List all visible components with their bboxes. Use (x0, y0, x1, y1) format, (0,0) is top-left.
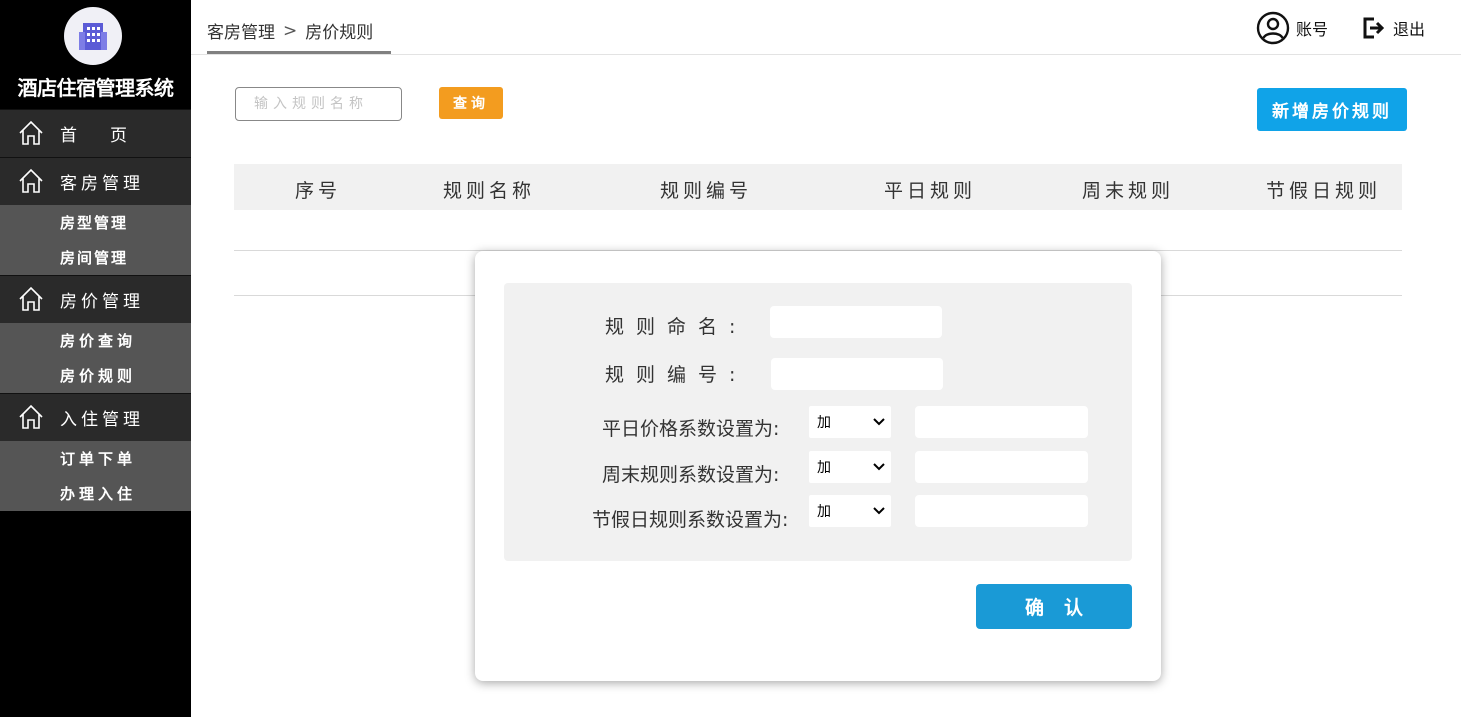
column-header[interactable]: 节假日规则 (1266, 176, 1381, 203)
sidebar-item-check-in[interactable]: 办理入住 (0, 476, 191, 511)
sidebar-group-pricing[interactable]: 房价管理 (0, 275, 191, 323)
sidebar-group-label: 房价管理 (60, 292, 144, 312)
sidebar-item-room-types[interactable]: 房型管理 (0, 205, 191, 240)
dialog-form: 规则命名: 规则编号: 平日价格系数设置为: 加 周末规则系数设置为: 加 节假… (504, 283, 1132, 561)
home-label-a: 首 (60, 126, 77, 146)
add-price-rule-button[interactable]: 新增房价规则 (1257, 88, 1407, 131)
weekday-coefficient-label: 平日价格系数设置为: (602, 418, 780, 440)
account-button[interactable]: 账号 (1256, 11, 1328, 45)
home-icon (19, 168, 43, 193)
logout-button[interactable]: 退出 (1361, 16, 1425, 40)
weekend-coefficient-label: 周末规则系数设置为: (602, 464, 780, 486)
column-header[interactable]: 序号 (295, 176, 341, 203)
weekend-operator-select[interactable]: 加 (809, 451, 891, 483)
app-name: 酒店住宿管理系统 (17, 76, 175, 100)
sidebar-group-label: 客房管理 (60, 174, 144, 194)
holiday-coefficient-label: 节假日规则系数设置为: (592, 509, 789, 531)
selected-value: 加 (817, 504, 831, 520)
top-header: 客房管理 > 房价规则 账号 退出 (191, 0, 1461, 55)
rule-code-label: 规则编号: (605, 364, 748, 386)
breadcrumb-underline (207, 51, 391, 54)
rule-search-input[interactable] (235, 87, 402, 121)
column-header[interactable]: 周末规则 (1082, 176, 1174, 203)
price-rule-dialog: 规则命名: 规则编号: 平日价格系数设置为: 加 周末规则系数设置为: 加 节假… (475, 251, 1161, 681)
holiday-coefficient-input[interactable] (915, 495, 1088, 527)
breadcrumb-separator: > (283, 20, 298, 41)
sidebar-nav: 首页 客房管理 房型管理 房间管理 房价管理 房价查询 房价规则 入住管理 订单… (0, 109, 191, 511)
sidebar-item-rooms[interactable]: 房间管理 (0, 240, 191, 275)
column-header[interactable]: 规则名称 (443, 176, 535, 203)
rule-name-label: 规则命名: (605, 316, 748, 338)
breadcrumb: 客房管理 > 房价规则 (207, 18, 374, 44)
breadcrumb-current: 房价规则 (305, 23, 374, 43)
selected-value: 加 (817, 415, 831, 431)
rule-code-input[interactable] (771, 358, 943, 390)
weekend-coefficient-input[interactable] (915, 451, 1088, 483)
home-icon (19, 404, 43, 429)
app-logo (64, 7, 122, 65)
account-label: 账号 (1296, 20, 1329, 39)
weekday-operator-select[interactable]: 加 (809, 406, 891, 438)
sidebar-item-price-rules[interactable]: 房价规则 (0, 358, 191, 393)
sidebar-item-price-query[interactable]: 房价查询 (0, 323, 191, 358)
sidebar: 酒店住宿管理系统 首页 客房管理 房型管理 房间管理 房价管理 房价查询 房价规… (0, 0, 191, 717)
column-header[interactable]: 规则编号 (660, 176, 752, 203)
logout-label: 退出 (1393, 20, 1426, 39)
query-button[interactable]: 查询 (439, 87, 503, 119)
home-label-b: 页 (110, 126, 127, 146)
breadcrumb-item[interactable]: 客房管理 (207, 18, 275, 43)
sidebar-group-checkin[interactable]: 入住管理 (0, 393, 191, 441)
rule-name-input[interactable] (770, 306, 942, 338)
selected-value: 加 (817, 460, 831, 476)
sidebar-item-home[interactable]: 首页 (0, 109, 191, 157)
home-icon (19, 286, 43, 311)
sidebar-group-rooms[interactable]: 客房管理 (0, 157, 191, 205)
home-icon (19, 120, 43, 145)
holiday-operator-select[interactable]: 加 (809, 495, 891, 527)
column-header[interactable]: 平日规则 (884, 176, 976, 203)
table-header: 序号 规则名称 规则编号 平日规则 周末规则 节假日规则 (234, 164, 1402, 210)
user-circle-icon (1256, 11, 1290, 45)
confirm-button[interactable]: 确认 (976, 584, 1132, 629)
logout-icon (1363, 17, 1385, 39)
app-root: 酒店住宿管理系统 首页 客房管理 房型管理 房间管理 房价管理 房价查询 房价规… (0, 0, 1461, 717)
building-icon (79, 23, 107, 50)
chevron-down-icon (873, 418, 885, 426)
sidebar-group-label: 入住管理 (60, 410, 144, 430)
chevron-down-icon (873, 463, 885, 471)
weekday-coefficient-input[interactable] (915, 406, 1088, 438)
sidebar-item-place-order[interactable]: 订单下单 (0, 441, 191, 476)
chevron-down-icon (873, 507, 885, 515)
